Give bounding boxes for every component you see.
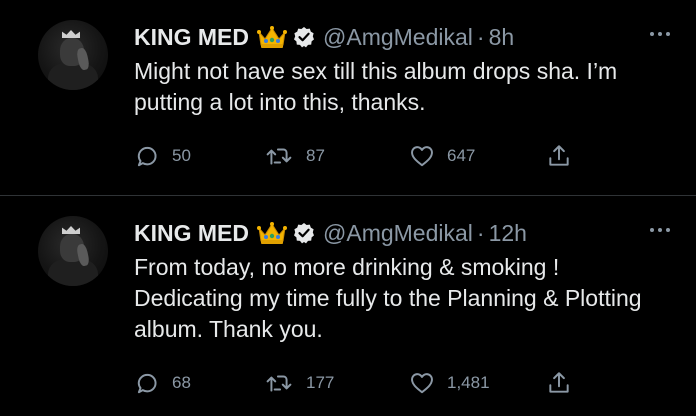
retweet-count: 177 — [306, 373, 335, 392]
tweet-timestamp[interactable]: 8h — [489, 24, 515, 51]
separator-dot: · — [476, 23, 485, 50]
reply-icon — [137, 373, 157, 394]
share-icon — [549, 372, 569, 393]
author-name[interactable]: KING MED — [134, 220, 249, 247]
avatar-crown — [62, 226, 80, 234]
retweet-button[interactable]: 177 — [264, 368, 334, 398]
tweet-header: KING MED @AmgMedikal · 8h — [134, 20, 514, 54]
like-button[interactable]: 647 — [409, 141, 475, 171]
like-button[interactable]: 1,481 — [409, 368, 490, 398]
reply-count: 68 — [172, 373, 191, 392]
retweet-button[interactable]: 87 — [264, 141, 325, 171]
verified-badge-icon — [293, 26, 315, 48]
tweet-text: Might not have sex till this album drops… — [134, 58, 618, 115]
tweet-text: From today, no more drinking & smoking !… — [134, 254, 642, 342]
reply-icon — [137, 146, 157, 167]
heart-icon — [411, 373, 433, 394]
tweet[interactable]: KING MED @AmgMedikal · 12h From today, n… — [0, 196, 696, 416]
more-horizontal-icon[interactable] — [648, 226, 672, 234]
share-button[interactable] — [546, 368, 572, 398]
crown-emoji-icon — [257, 221, 287, 245]
author-handle[interactable]: @AmgMedikal — [323, 220, 473, 247]
reply-button[interactable]: 50 — [134, 141, 191, 171]
heart-icon — [411, 146, 433, 167]
retweet-count: 87 — [306, 146, 325, 165]
tweet[interactable]: KING MED @AmgMedikal · 8h Might not have… — [0, 0, 696, 195]
share-button[interactable] — [546, 141, 572, 171]
reply-count: 50 — [172, 146, 191, 165]
author-name[interactable]: KING MED — [134, 24, 249, 51]
author-handle[interactable]: @AmgMedikal — [323, 24, 473, 51]
tweet-timestamp[interactable]: 12h — [489, 220, 527, 247]
tweet-header: KING MED @AmgMedikal · 12h — [134, 216, 527, 250]
like-count: 647 — [447, 146, 476, 165]
retweet-icon — [266, 148, 292, 165]
retweet-icon — [266, 375, 292, 392]
avatar-body — [48, 62, 98, 90]
tweet-actions: 50 87 647 — [134, 141, 594, 171]
avatar-crown — [62, 30, 80, 38]
verified-badge-icon — [293, 222, 315, 244]
avatar[interactable] — [38, 20, 108, 90]
separator-dot: · — [476, 219, 485, 246]
crown-emoji-icon — [257, 25, 287, 49]
avatar[interactable] — [38, 216, 108, 286]
share-icon — [549, 145, 569, 166]
more-horizontal-icon[interactable] — [648, 30, 672, 38]
like-count: 1,481 — [447, 373, 490, 392]
reply-button[interactable]: 68 — [134, 368, 191, 398]
avatar-body — [48, 258, 98, 286]
tweet-actions: 68 177 1,481 — [134, 368, 594, 398]
